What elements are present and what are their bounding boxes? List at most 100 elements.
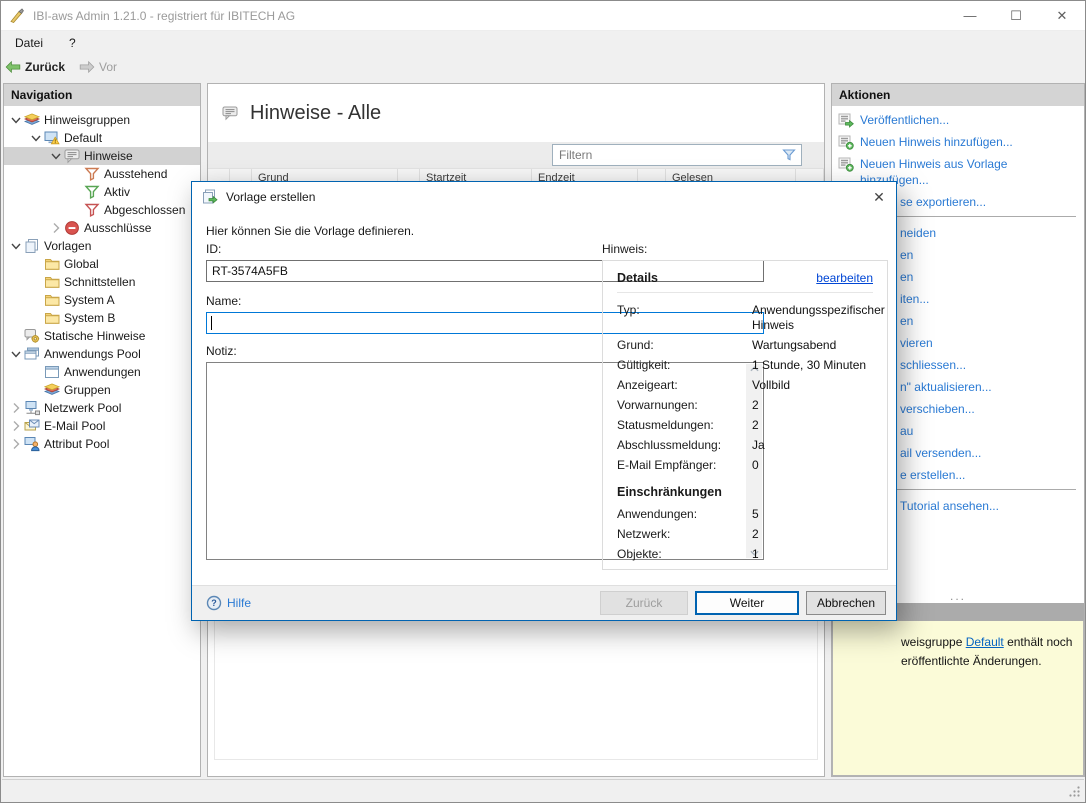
- resize-grip[interactable]: [1068, 785, 1081, 798]
- cancel-button[interactable]: Abbrechen: [806, 591, 886, 615]
- window-icon: [44, 364, 60, 380]
- action-link-label: n" aktualisieren...: [900, 380, 992, 394]
- chevron-down-icon[interactable]: [8, 112, 24, 128]
- chevron-down-icon[interactable]: [8, 346, 24, 362]
- detail-label: E-Mail Empfänger:: [617, 458, 717, 472]
- next-button[interactable]: Weiter: [695, 591, 799, 615]
- nav-item-anwendungs-pool[interactable]: Anwendungs Pool: [4, 345, 200, 363]
- chevron-right-icon[interactable]: [8, 436, 24, 452]
- chevron-down-icon[interactable]: [28, 130, 44, 146]
- notification-text: enthält noch: [1003, 635, 1073, 649]
- action-link-label: vieren: [900, 336, 933, 350]
- nav-item-label: Anwendungen: [64, 365, 141, 379]
- edit-link[interactable]: bearbeiten: [816, 271, 873, 285]
- nav-item-vorlagen[interactable]: Vorlagen: [4, 237, 200, 255]
- nav-item-label: Statische Hinweise: [44, 329, 146, 343]
- chevron-right-icon[interactable]: [8, 400, 24, 416]
- help-label: Hilfe: [227, 596, 252, 610]
- notification-text: eröffentlichte Änderungen.: [901, 654, 1042, 668]
- maximize-button[interactable]: ☐: [993, 1, 1039, 30]
- back-arrow-icon: [5, 59, 21, 75]
- dialog-intro-text: Hier können Sie die Vorlage definieren.: [206, 224, 415, 238]
- dialog-footer: ? Hilfe Zurück Weiter Abbrechen: [192, 585, 896, 620]
- folder-icon: [44, 310, 60, 326]
- action-link-label: e erstellen...: [900, 468, 966, 482]
- nav-item-hinweisgruppen[interactable]: Hinweisgruppen: [4, 111, 200, 129]
- detail-label: Vorwarnungen:: [617, 398, 698, 412]
- filter-icon[interactable]: [781, 147, 797, 163]
- add-hint-icon: [838, 156, 854, 172]
- window-stack-icon: [24, 346, 40, 362]
- action-link-label: schliessen...: [900, 358, 967, 372]
- nav-item-anwendungen[interactable]: Anwendungen: [4, 363, 200, 381]
- action-link-label: se exportieren...: [900, 195, 987, 209]
- action-neuen-hinweis-hinzufügen[interactable]: Neuen Hinweis hinzufügen...: [832, 134, 1084, 150]
- chevron-down-icon[interactable]: [8, 238, 24, 254]
- chevron-down-icon[interactable]: [48, 148, 64, 164]
- nav-item-aktiv[interactable]: Aktiv: [4, 183, 200, 201]
- detail-label: Attribute:: [617, 567, 752, 569]
- forward-button[interactable]: Vor: [99, 60, 117, 74]
- action-link-label: ail versenden...: [900, 446, 982, 460]
- app-logo-icon: [9, 7, 25, 25]
- text-caret: [211, 316, 212, 330]
- nav-item-label: Abgeschlossen: [104, 203, 186, 217]
- nav-item-hinweise[interactable]: Hinweise: [4, 147, 200, 165]
- navigation-tree: Hinweisgruppen Default Hinweise Ausstehend A…: [4, 106, 200, 453]
- dialog-close-button[interactable]: ✕: [862, 182, 896, 212]
- id-label: ID:: [206, 242, 222, 256]
- restrictions-header: Einschränkungen: [617, 485, 722, 499]
- nav-item-e-mail-pool[interactable]: E-Mail Pool: [4, 417, 200, 435]
- page-title: Hinweise - Alle: [250, 101, 382, 124]
- nav-item-ausstehend[interactable]: Ausstehend: [4, 165, 200, 183]
- chevron-right-icon[interactable]: [48, 220, 64, 236]
- details-rows: Typ: Anwendungsspezifischer Hinweis Grund:…: [617, 303, 885, 473]
- action-veröffentlichen[interactable]: Veröffentlichen...: [832, 112, 1084, 128]
- notification-text: weisgruppe: [901, 635, 966, 649]
- nav-item-label: E-Mail Pool: [44, 419, 106, 433]
- status-bar: [2, 779, 1084, 801]
- nav-item-statische-hinweise[interactable]: Statische Hinweise: [4, 327, 200, 345]
- group-icon: [44, 382, 60, 398]
- nav-item-system-b[interactable]: System B: [4, 309, 200, 327]
- detail-value: 2: [752, 527, 759, 541]
- notification-box: weisgruppe Default enthält noch eröffent…: [832, 621, 1084, 776]
- note-label: Notiz:: [206, 344, 237, 358]
- nav-item-schnittstellen[interactable]: Schnittstellen: [4, 273, 200, 291]
- nav-item-abgeschlossen[interactable]: Abgeschlossen: [4, 201, 200, 219]
- vorlage-erstellen-dialog: Vorlage erstellen ✕ Hier können Sie die …: [191, 181, 897, 621]
- nav-item-label: Netzwerk Pool: [44, 401, 122, 415]
- nav-item-global[interactable]: Global: [4, 255, 200, 273]
- nav-item-label: System B: [64, 311, 116, 325]
- nav-item-label: Aktiv: [104, 185, 131, 199]
- default-group-link[interactable]: Default: [966, 635, 1004, 649]
- name-label: Name:: [206, 294, 242, 308]
- navigation-panel: Navigation Hinweisgruppen Default Hinweise…: [3, 83, 201, 777]
- action-link-label: verschieben...: [900, 402, 975, 416]
- nav-item-default[interactable]: Default: [4, 129, 200, 147]
- help-link[interactable]: ? Hilfe: [206, 595, 251, 611]
- detail-label: Abschlussmeldung:: [617, 438, 722, 452]
- help-icon: ?: [206, 595, 222, 611]
- app-window: IBI-aws Admin 1.21.0 - registriert für I…: [0, 0, 1086, 803]
- menu-help[interactable]: ?: [69, 36, 76, 50]
- minimize-button[interactable]: —: [947, 1, 993, 30]
- actions-header: Aktionen: [832, 84, 1084, 106]
- close-button[interactable]: ✕: [1039, 1, 1085, 30]
- nav-item-gruppen[interactable]: Gruppen: [4, 381, 200, 399]
- nav-item-attribut-pool[interactable]: Attribut Pool: [4, 435, 200, 453]
- nav-item-netzwerk-pool[interactable]: Netzwerk Pool: [4, 399, 200, 417]
- menu-datei[interactable]: Datei: [15, 36, 43, 50]
- detail-value: Ja: [752, 438, 765, 452]
- nav-item-label: System A: [64, 293, 115, 307]
- action-link-label: en: [900, 314, 914, 328]
- nav-item-ausschlüsse[interactable]: Ausschlüsse: [4, 219, 200, 237]
- window-title: IBI-aws Admin 1.21.0 - registriert für I…: [33, 8, 296, 23]
- detail-value: 1: [752, 567, 873, 569]
- filter-input[interactable]: [553, 145, 781, 165]
- chevron-right-icon[interactable]: [8, 418, 24, 434]
- back-button[interactable]: Zurück: [25, 60, 65, 74]
- nav-item-system-a[interactable]: System A: [4, 291, 200, 309]
- detail-value: Anwendungsspezifischer Hinweis: [752, 303, 885, 332]
